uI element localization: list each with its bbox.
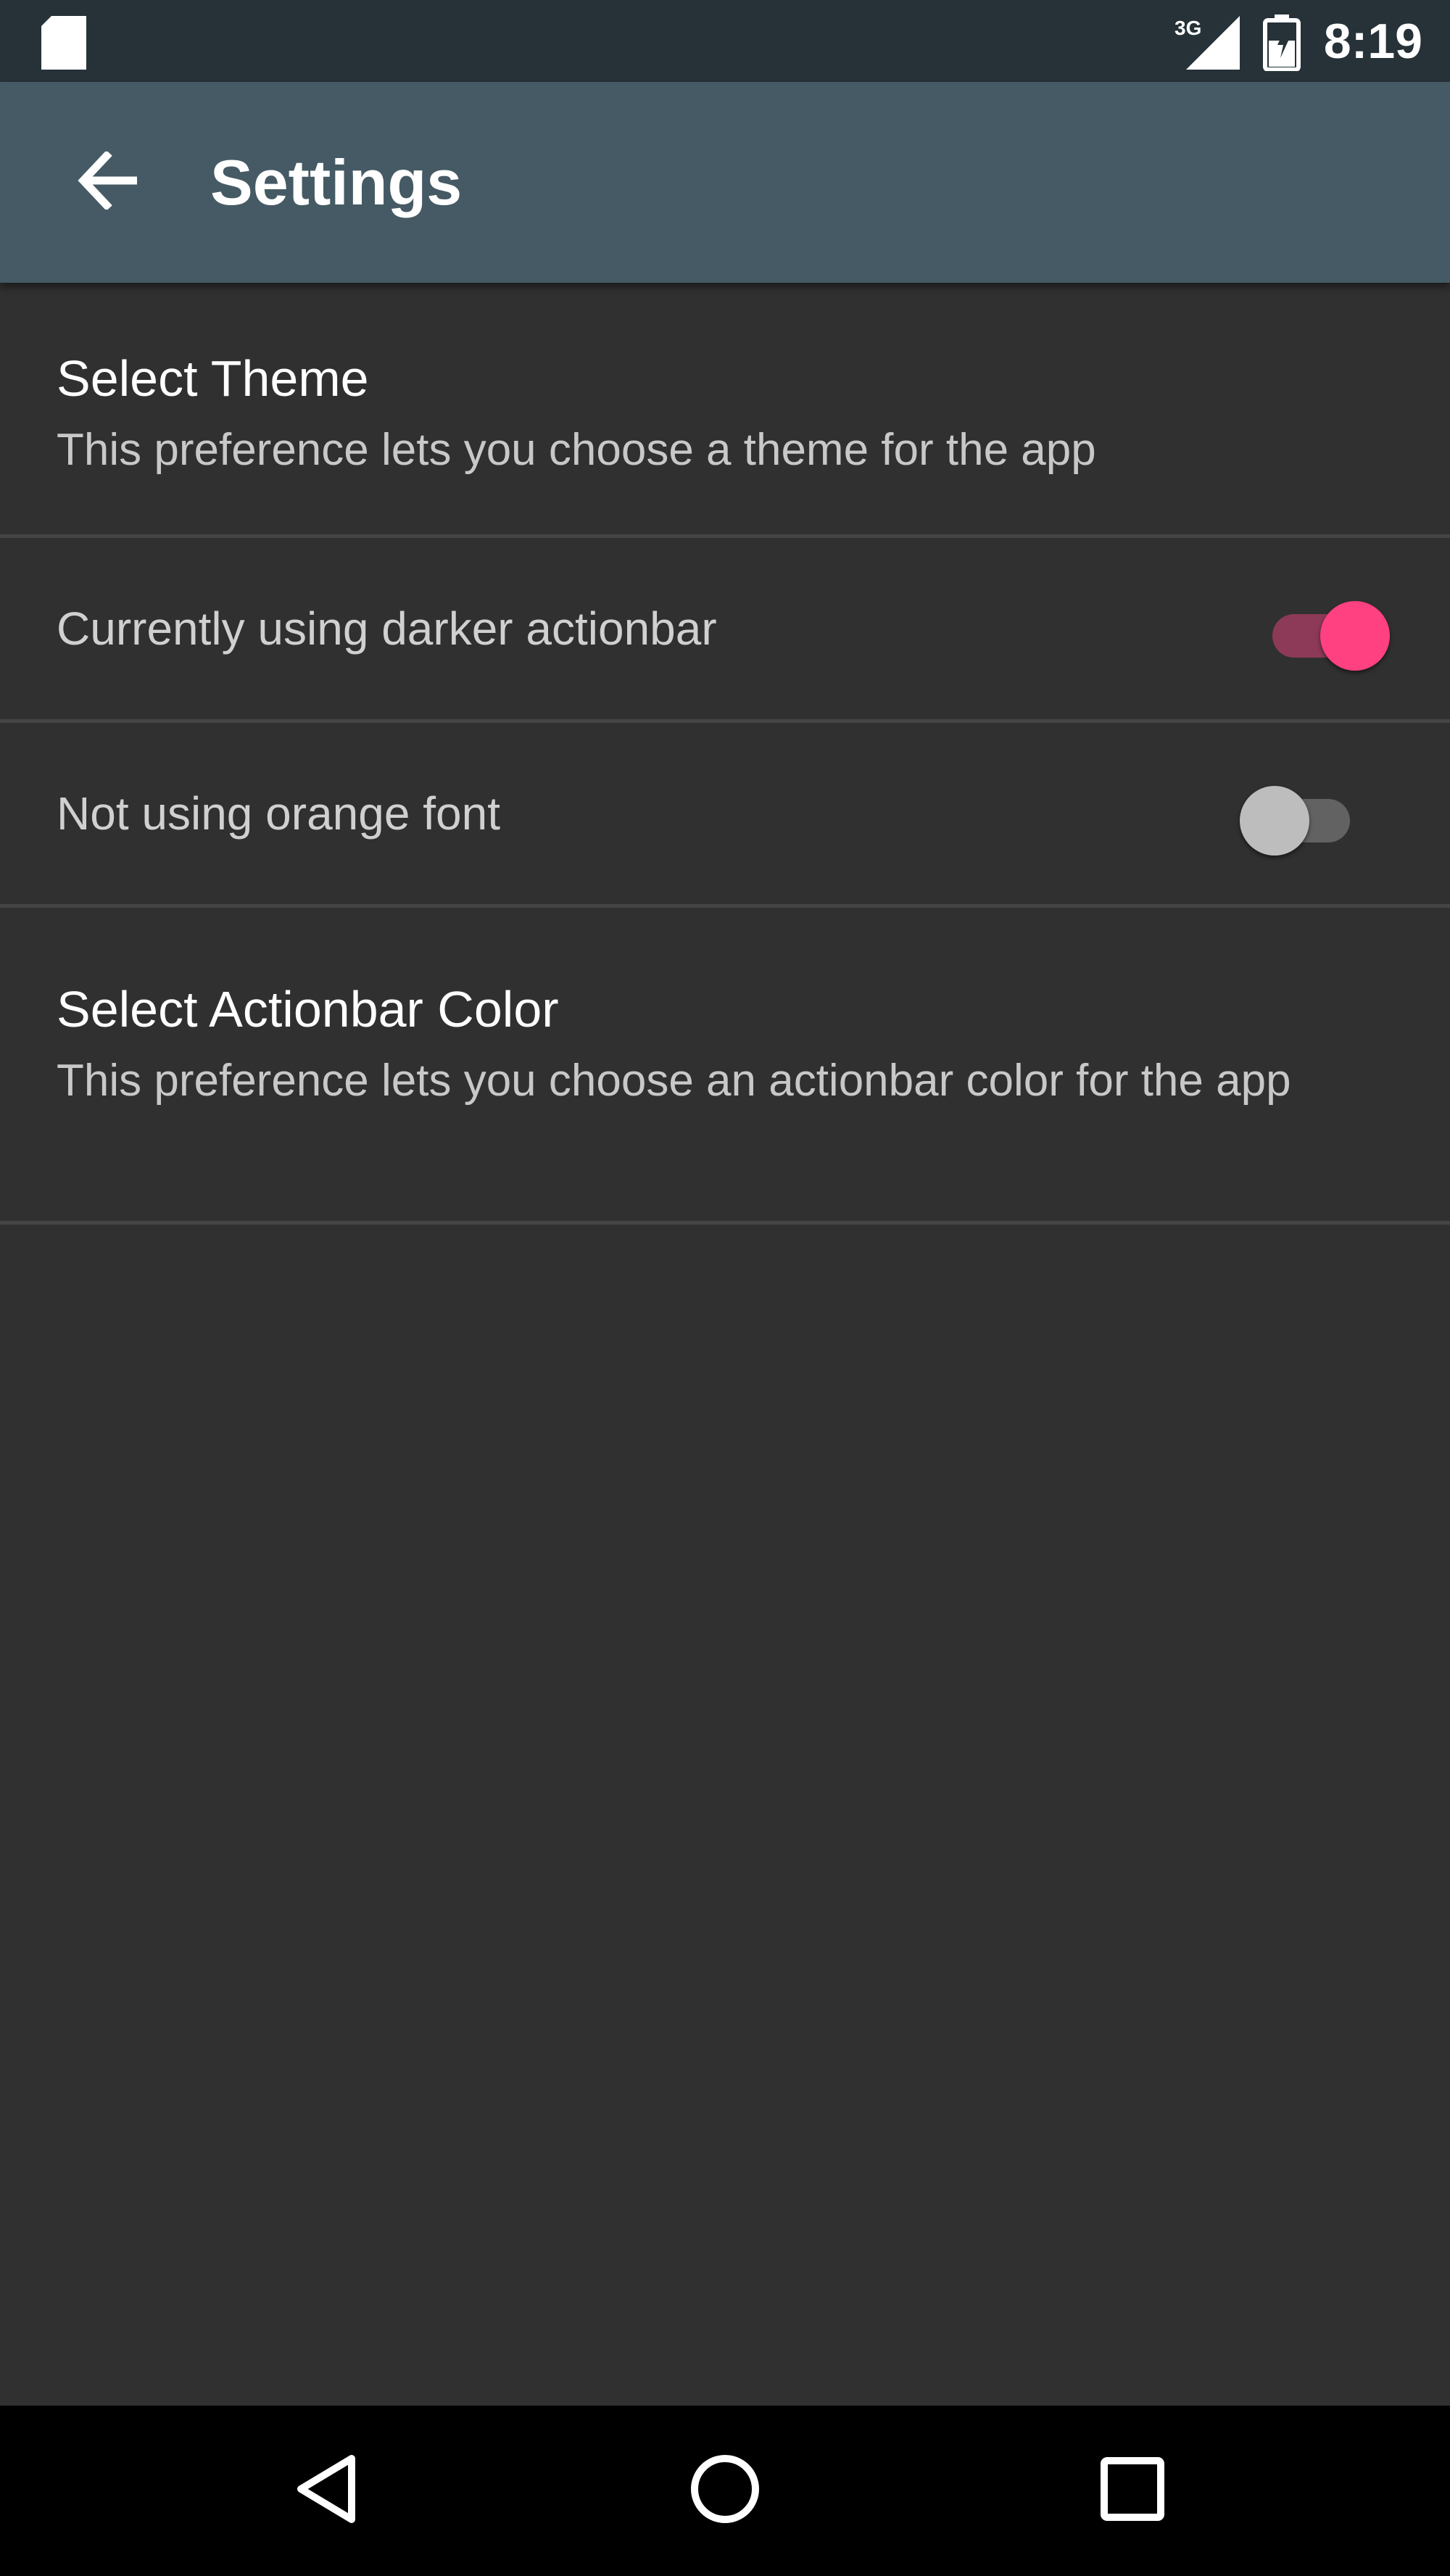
nav-back-button[interactable] [279,2443,373,2538]
pref-title: Select Theme [57,350,369,407]
back-triangle-icon [294,2453,359,2529]
switch-thumb [1320,601,1390,671]
pref-select-theme[interactable]: Select Theme This preference lets you ch… [0,283,1450,538]
back-button[interactable] [58,131,160,233]
pref-orange-font[interactable]: Not using orange font [0,723,1450,908]
battery-icon [1263,15,1301,75]
pref-switch-label: Not using orange font [57,787,500,840]
page-title: Settings [210,146,463,218]
sd-card-icon [41,16,86,73]
nav-recents-button[interactable] [1085,2443,1180,2538]
pref-select-actionbar-color[interactable]: Select Actionbar Color This preference l… [0,908,1450,1225]
home-circle-icon [689,2453,761,2529]
pref-title: Select Actionbar Color [57,981,559,1038]
app-bar: Settings [0,82,1450,283]
network-type-label: 3G [1174,17,1201,39]
pref-summary: This preference lets you choose an actio… [57,1056,1291,1106]
orange-font-switch[interactable] [1240,777,1364,856]
switch-thumb [1240,786,1309,856]
nav-home-button[interactable] [678,2443,772,2538]
navigation-bar [0,2406,1450,2576]
signal-icon: 3G [1174,15,1240,75]
status-bar: 3G 8:19 [0,0,1450,82]
pref-darker-actionbar[interactable]: Currently using darker actionbar [0,538,1450,723]
pref-switch-label: Currently using darker actionbar [57,602,717,655]
pref-summary: This preference lets you choose a theme … [57,425,1096,475]
darker-actionbar-switch[interactable] [1265,592,1390,671]
arrow-back-icon [78,149,140,213]
preferences-list: Select Theme This preference lets you ch… [0,283,1450,1225]
status-time: 8:19 [1323,14,1422,69]
recents-square-icon [1100,2456,1165,2525]
